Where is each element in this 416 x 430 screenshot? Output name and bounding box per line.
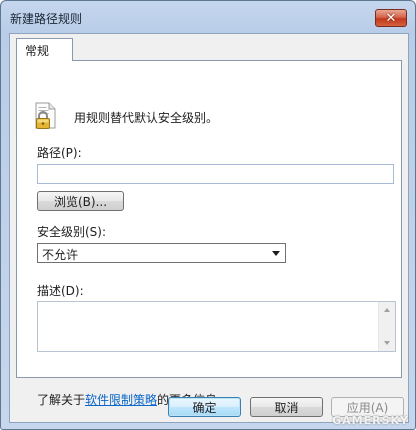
description-label: 描述(D):: [37, 284, 84, 298]
dialog-window: 新建路径规则 ✕ 常规 用规则替代默认安全级别。 路径(P): 浏览(B)...…: [0, 0, 416, 430]
general-panel: 用规则替代默认安全级别。 路径(P): 浏览(B)... 安全级别(S): 不允…: [16, 60, 402, 407]
close-icon: ✕: [385, 10, 397, 26]
lock-certificate-icon: [35, 102, 56, 129]
ok-button[interactable]: 确定: [168, 397, 241, 417]
path-input[interactable]: [37, 164, 394, 184]
browse-button[interactable]: 浏览(B)...: [37, 191, 124, 211]
description-scrollbar[interactable]: [378, 302, 395, 351]
security-level-value: 不允许: [42, 248, 79, 262]
description-textarea[interactable]: [37, 301, 396, 352]
security-level-label: 安全级别(S):: [37, 225, 107, 239]
security-level-select[interactable]: 不允许: [37, 243, 286, 263]
chevron-down-icon: [272, 251, 280, 256]
rule-description: 用规则替代默认安全级别。: [74, 111, 219, 125]
scroll-down-icon[interactable]: [384, 341, 390, 345]
cancel-button[interactable]: 取消: [250, 397, 323, 417]
software-restriction-policy-link[interactable]: 软件限制策略: [85, 393, 157, 407]
info-prefix: 了解关于: [37, 393, 86, 407]
watermark-logo: GAMERSKY: [332, 414, 409, 427]
window-title: 新建路径规则: [10, 12, 83, 26]
dialog-client: 常规 用规则替代默认安全级别。 路径(P): 浏览(B)... 安全级别(S):…: [9, 33, 409, 423]
path-label: 路径(P):: [37, 146, 82, 160]
close-button[interactable]: ✕: [375, 9, 407, 27]
scroll-up-icon[interactable]: [384, 308, 390, 312]
tab-general[interactable]: 常规: [16, 38, 73, 61]
